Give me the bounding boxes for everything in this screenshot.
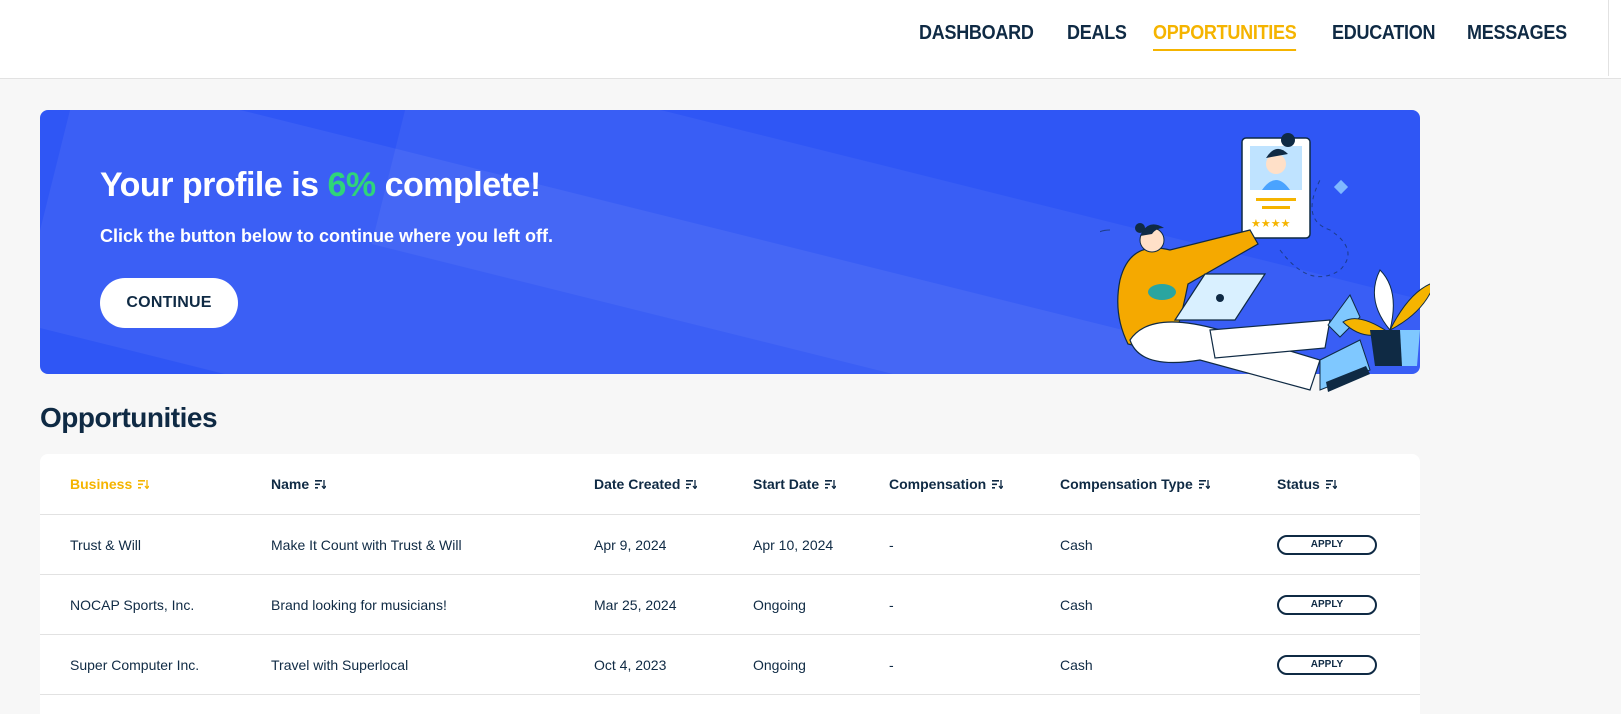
table-row[interactable]: NOCAP Sports, Inc. Brand looking for mus… <box>40 575 1420 635</box>
table-row[interactable]: Super Computer Inc. Travel with Superloc… <box>40 635 1420 695</box>
profile-illustration: ★★★★ <box>1100 133 1430 392</box>
cell-date-created: Mar 25, 2024 <box>594 596 677 613</box>
cell-compensation: - <box>889 596 894 613</box>
column-header-status[interactable]: Status <box>1277 454 1337 514</box>
cell-compensation: - <box>889 656 894 673</box>
nav-education[interactable]: EDUCATION <box>1332 22 1436 51</box>
apply-button[interactable]: APPLY <box>1277 534 1377 555</box>
cell-compensation-type: Cash <box>1060 596 1093 613</box>
nav-deals[interactable]: DEALS <box>1067 22 1127 51</box>
title-prefix: Your profile is <box>100 166 328 204</box>
cell-compensation-type: Cash <box>1060 656 1093 673</box>
title-suffix: complete! <box>375 166 542 204</box>
table-row[interactable]: Trust & Will Make It Count with Trust & … <box>40 515 1420 575</box>
cell-name: Brand looking for musicians! <box>271 596 447 613</box>
column-header-compensation-type[interactable]: Compensation Type <box>1060 454 1210 514</box>
column-header-date-created[interactable]: Date Created <box>594 454 698 514</box>
top-navigation-bar: DASHBOARD DEALS OPPORTUNITIES EDUCATION … <box>0 0 1621 79</box>
main-nav: DASHBOARD DEALS OPPORTUNITIES EDUCATION … <box>919 22 1578 51</box>
column-label: Business <box>70 476 133 492</box>
continue-button[interactable]: CONTINUE <box>100 278 238 328</box>
cell-compensation: - <box>889 536 894 553</box>
section-title: Opportunities <box>40 402 218 433</box>
apply-button[interactable]: APPLY <box>1277 654 1377 675</box>
topbar-divider <box>1608 0 1609 76</box>
cell-name: Make It Count with Trust & Will <box>271 536 462 553</box>
nav-dashboard[interactable]: DASHBOARD <box>919 22 1034 51</box>
profile-completion-subtitle: Click the button below to continue where… <box>100 226 553 246</box>
sort-icon <box>825 479 837 489</box>
opportunities-table: Business Name Date Created Start Date Co… <box>40 454 1420 714</box>
column-label: Start Date <box>753 476 820 492</box>
apply-button[interactable]: APPLY <box>1277 594 1377 615</box>
cell-compensation-type: Cash <box>1060 536 1093 553</box>
sort-icon <box>1325 479 1337 489</box>
sort-icon <box>315 479 327 489</box>
cell-status: APPLY <box>1277 575 1377 634</box>
nav-messages[interactable]: MESSAGES <box>1467 22 1567 51</box>
cell-start-date: Ongoing <box>753 656 806 673</box>
cell-start-date: Ongoing <box>753 596 806 613</box>
svg-text:★★★★: ★★★★ <box>1251 217 1291 230</box>
completion-percent: 6% <box>327 166 377 204</box>
cell-business: Trust & Will <box>70 536 142 553</box>
column-label: Name <box>271 476 310 492</box>
sort-icon <box>992 479 1004 489</box>
column-header-start-date[interactable]: Start Date <box>753 454 837 514</box>
column-header-business[interactable]: Business <box>70 454 150 514</box>
table-header: Business Name Date Created Start Date Co… <box>40 454 1420 515</box>
column-label: Date Created <box>594 476 681 492</box>
nav-opportunities[interactable]: OPPORTUNITIES <box>1152 22 1297 51</box>
sort-icon <box>1198 479 1210 489</box>
column-header-name[interactable]: Name <box>271 454 327 514</box>
cell-business: NOCAP Sports, Inc. <box>70 596 195 613</box>
column-header-compensation[interactable]: Compensation <box>889 454 1004 514</box>
cell-name: Travel with Superlocal <box>271 656 409 673</box>
cell-start-date: Apr 10, 2024 <box>753 536 834 553</box>
column-label: Compensation <box>889 476 987 492</box>
cell-date-created: Oct 4, 2023 <box>594 656 667 673</box>
sort-icon <box>138 479 150 489</box>
cell-business: Super Computer Inc. <box>70 656 200 673</box>
column-label: Status <box>1277 476 1320 492</box>
cell-date-created: Apr 9, 2024 <box>594 536 667 553</box>
sort-icon <box>686 479 698 489</box>
cell-status: APPLY <box>1277 635 1377 694</box>
column-label: Compensation Type <box>1060 476 1193 492</box>
profile-completion-title: Your profile is 6% complete! <box>100 166 541 205</box>
cell-status: APPLY <box>1277 515 1377 574</box>
